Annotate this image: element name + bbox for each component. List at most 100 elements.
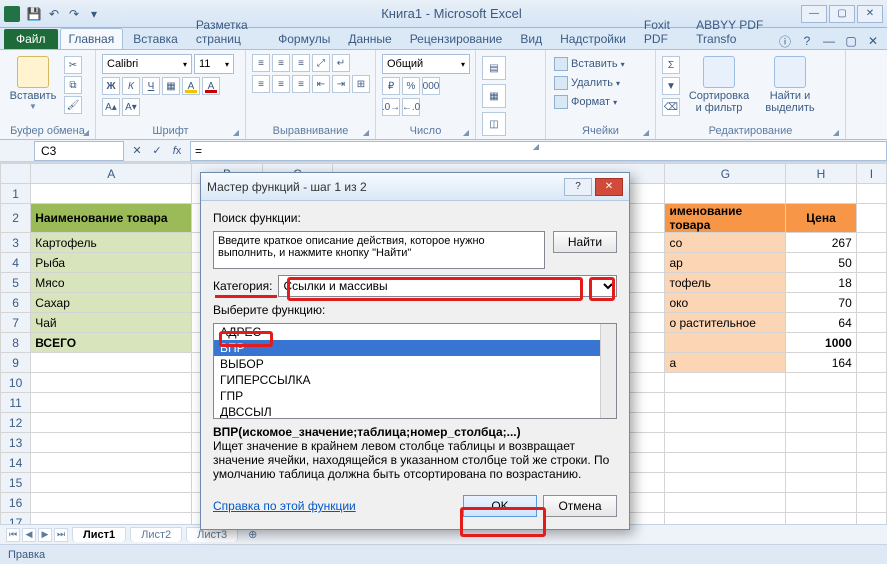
cells-delete-button[interactable]: Удалить▾ (552, 75, 622, 91)
tab-view[interactable]: Вид (512, 29, 550, 49)
row-header[interactable]: 9 (1, 353, 31, 373)
col-header[interactable]: H (786, 164, 856, 184)
find-select-button[interactable]: Найти и выделить (758, 52, 822, 114)
cell[interactable]: Чай (31, 313, 192, 333)
cell[interactable] (31, 184, 192, 204)
name-box[interactable]: C3 (34, 141, 124, 161)
dec-decimal-icon[interactable]: ←.0 (402, 98, 420, 116)
clear-icon[interactable]: ⌫ (662, 98, 680, 116)
cell[interactable] (786, 393, 856, 413)
row-header[interactable]: 15 (1, 473, 31, 493)
row-header[interactable]: 4 (1, 253, 31, 273)
cell[interactable]: Картофель (31, 233, 192, 253)
fill-color-button[interactable]: A (182, 77, 200, 95)
cell[interactable]: 164 (786, 353, 856, 373)
row-header[interactable]: 14 (1, 453, 31, 473)
cell[interactable] (665, 513, 786, 525)
italic-button[interactable]: К (122, 77, 140, 95)
function-listbox[interactable]: АДРЕСВПРВЫБОРГИПЕРССЫЛКАГПРДВССЫЛДРВ (213, 323, 617, 419)
align-bot-icon[interactable]: ≡ (292, 54, 310, 72)
row-header[interactable]: 11 (1, 393, 31, 413)
cell[interactable] (31, 373, 192, 393)
tab-home[interactable]: Главная (60, 28, 124, 49)
row-header[interactable]: 8 (1, 333, 31, 353)
sheet-nav-next-icon[interactable]: ▶ (38, 528, 52, 542)
maximize-button[interactable]: ▢ (829, 5, 855, 23)
increase-font-icon[interactable]: A▴ (102, 98, 120, 116)
cell[interactable] (856, 473, 886, 493)
row-header[interactable]: 7 (1, 313, 31, 333)
cell[interactable] (786, 413, 856, 433)
cell[interactable]: о растительное (665, 313, 786, 333)
underline-button[interactable]: Ч (142, 77, 160, 95)
dialog-help-icon[interactable]: ? (564, 178, 592, 196)
tab-data[interactable]: Данные (340, 29, 399, 49)
cell[interactable]: ВСЕГО (31, 333, 192, 353)
cancel-button[interactable]: Отмена (543, 495, 617, 517)
align-left-icon[interactable]: ≡ (252, 75, 270, 93)
wrap-text-icon[interactable]: ↵ (332, 54, 350, 72)
tab-foxit[interactable]: Foxit PDF (636, 15, 686, 49)
format-table-icon[interactable]: ▦ (482, 84, 506, 108)
listbox-scrollbar[interactable] (600, 324, 616, 418)
redo-icon[interactable]: ↷ (66, 6, 82, 22)
cell[interactable] (786, 513, 856, 525)
sheet-nav-last-icon[interactable]: ⏭ (54, 528, 68, 542)
tab-insert[interactable]: Вставка (125, 29, 186, 49)
sheet-nav-prev-icon[interactable]: ◀ (22, 528, 36, 542)
cell[interactable] (856, 233, 886, 253)
qat-more-icon[interactable]: ▾ (86, 6, 102, 22)
sheet-nav-first-icon[interactable]: ⏮ (6, 528, 20, 542)
tab-layout[interactable]: Разметка страниц (188, 15, 268, 49)
cell[interactable]: со (665, 233, 786, 253)
function-list-item[interactable]: ДВССЫЛ (214, 404, 616, 419)
enter-formula-icon[interactable]: ✓ (148, 142, 166, 160)
find-button[interactable]: Найти (553, 231, 617, 253)
cell[interactable] (786, 473, 856, 493)
tab-formulas[interactable]: Формулы (270, 29, 338, 49)
cell[interactable]: око (665, 293, 786, 313)
cell[interactable] (665, 473, 786, 493)
align-mid-icon[interactable]: ≡ (272, 54, 290, 72)
autosum-icon[interactable]: Σ (662, 56, 680, 74)
paste-button[interactable]: Вставить ▼ (6, 52, 60, 111)
decrease-font-icon[interactable]: A▾ (122, 98, 140, 116)
function-list-item[interactable]: ВЫБОР (214, 356, 616, 372)
cancel-formula-icon[interactable]: ✕ (128, 142, 146, 160)
sort-filter-button[interactable]: Сортировка и фильтр (684, 52, 754, 114)
cell[interactable] (856, 293, 886, 313)
cell[interactable] (856, 373, 886, 393)
border-button[interactable]: ▦ (162, 77, 180, 95)
cell[interactable] (665, 373, 786, 393)
cell[interactable] (786, 184, 856, 204)
function-search-input[interactable]: Введите краткое описание действия, котор… (213, 231, 545, 269)
row-header[interactable]: 1 (1, 184, 31, 204)
cell[interactable] (665, 453, 786, 473)
cell[interactable]: именование товара (665, 204, 786, 233)
cells-format-button[interactable]: Формат▾ (552, 94, 619, 110)
cell[interactable]: 18 (786, 273, 856, 293)
row-header[interactable]: 13 (1, 433, 31, 453)
cell[interactable] (665, 393, 786, 413)
align-right-icon[interactable]: ≡ (292, 75, 310, 93)
cell[interactable] (856, 184, 886, 204)
help-icon[interactable]: ? (799, 33, 815, 49)
category-select[interactable]: Ссылки и массивы (278, 275, 617, 297)
cell[interactable] (665, 184, 786, 204)
font-name-combo[interactable]: Calibri▾ (102, 54, 192, 74)
cell[interactable] (856, 413, 886, 433)
dialog-close-button[interactable]: ✕ (595, 178, 623, 196)
cell[interactable] (786, 493, 856, 513)
copy-icon[interactable]: ⧉ (64, 76, 82, 94)
cell[interactable] (665, 413, 786, 433)
cell[interactable] (856, 313, 886, 333)
function-help-link[interactable]: Справка по этой функции (213, 499, 356, 513)
row-header[interactable]: 2 (1, 204, 31, 233)
tab-addins[interactable]: Надстройки (552, 29, 634, 49)
col-header[interactable]: I (856, 164, 886, 184)
undo-icon[interactable]: ↶ (46, 6, 62, 22)
cell[interactable] (31, 393, 192, 413)
col-header[interactable]: G (665, 164, 786, 184)
cell[interactable] (31, 453, 192, 473)
cell[interactable]: ар (665, 253, 786, 273)
